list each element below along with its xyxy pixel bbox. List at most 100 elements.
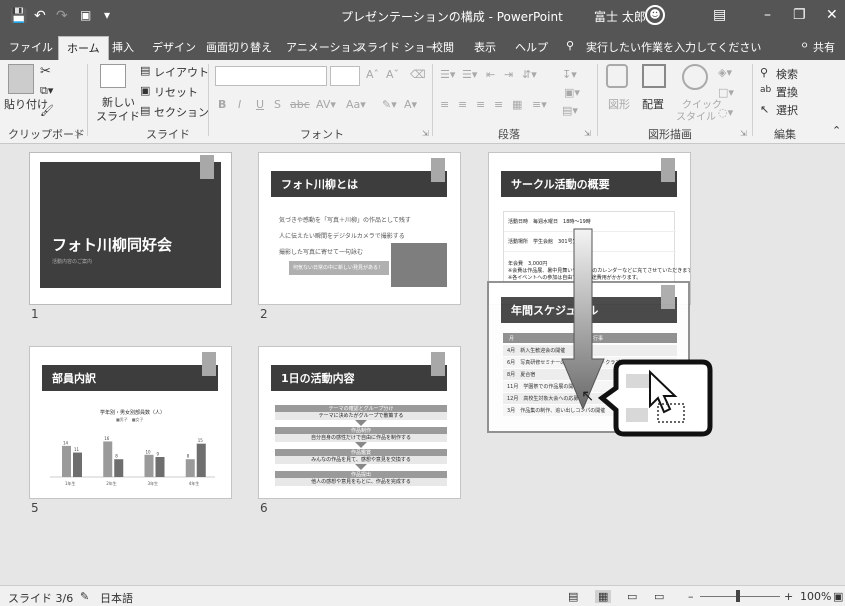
shadow-icon[interactable]: S [274, 98, 281, 111]
format-painter-icon[interactable]: 🖌 [40, 104, 54, 117]
undo-icon[interactable]: ↶ [34, 8, 46, 24]
flow-arrow [355, 464, 367, 470]
restore-icon[interactable]: ❐ [793, 7, 806, 23]
tab-home[interactable]: ホーム [58, 36, 109, 60]
shape-effects-icon[interactable]: ◌▾ [718, 106, 733, 119]
convert-smartart-icon[interactable]: ≡▾ [532, 98, 547, 111]
numbering-icon[interactable]: ☰▾ [462, 68, 477, 81]
user-name[interactable]: 富士 太郎 [594, 8, 646, 25]
redo-icon[interactable]: ↷ [56, 8, 68, 24]
select-button[interactable]: 選択 [776, 102, 798, 118]
normal-view-icon[interactable]: ▤ [568, 590, 578, 603]
zoom-out-icon[interactable]: – [688, 590, 694, 603]
tab-file[interactable]: ファイル [9, 39, 53, 55]
arrange-icon[interactable] [642, 64, 666, 88]
slide-thumbnail-1[interactable]: フォト川柳同好会 活動内容のご案内 [29, 152, 232, 305]
layout-button[interactable]: レイアウト [154, 64, 209, 80]
decrease-indent-icon[interactable]: ⇤ [486, 68, 495, 81]
zoom-in-icon[interactable]: + [784, 590, 793, 603]
align-text-icon[interactable]: ▣▾ [564, 86, 580, 99]
quick-styles-icon[interactable] [682, 64, 708, 90]
arrange-button[interactable]: 配置 [642, 96, 664, 112]
minimize-icon[interactable]: – [764, 7, 771, 23]
save-icon[interactable]: 💾 [10, 8, 27, 24]
smartart-icon[interactable]: ▤▾ [562, 104, 578, 117]
chart-tick-label: 3年生 [148, 480, 159, 486]
collapse-ribbon-icon[interactable]: ⌃ [832, 124, 841, 137]
zoom-level[interactable]: 100% [800, 590, 831, 603]
tab-view[interactable]: 表示 [474, 39, 496, 55]
bold-icon[interactable]: B [218, 98, 226, 111]
font-launcher-icon[interactable]: ⇲ [422, 129, 429, 138]
find-button[interactable]: 検索 [776, 66, 798, 82]
change-case-icon[interactable]: Aa▾ [346, 98, 366, 111]
new-slide-icon[interactable] [100, 64, 126, 88]
copy-icon[interactable]: ⧉▾ [40, 84, 53, 98]
drawing-launcher-icon[interactable]: ⇲ [740, 129, 747, 138]
lightbulb-icon: ⚲ [566, 39, 575, 52]
chart-data-label: 10 [146, 449, 152, 454]
slideshow-icon[interactable]: ▣ [80, 8, 91, 22]
paste-icon[interactable] [8, 64, 34, 94]
shapes-icon[interactable] [606, 64, 628, 88]
columns-icon[interactable]: ▦ [512, 98, 522, 111]
tab-insert[interactable]: 挿入 [112, 39, 134, 55]
strikethrough-icon[interactable]: abc [290, 98, 310, 111]
chart-bar [144, 454, 154, 477]
slideshow-view-icon[interactable]: ▭ [654, 590, 664, 603]
align-right-icon[interactable]: ≡ [476, 98, 485, 111]
shapes-button[interactable]: 図形 [608, 96, 630, 112]
tab-design[interactable]: デザイン [152, 39, 196, 55]
tab-review[interactable]: 校閲 [432, 39, 454, 55]
shape-fill-icon[interactable]: ◈▾ [718, 66, 732, 79]
quick-styles-label-2[interactable]: スタイル [676, 108, 716, 123]
customize-qat-icon[interactable]: ▾ [104, 8, 110, 22]
italic-icon[interactable]: I [238, 98, 241, 111]
new-slide-label-2[interactable]: スライド [96, 108, 140, 124]
tell-me-box[interactable]: 実行したい作業を入力してください [586, 39, 761, 55]
shrink-font-icon[interactable]: Aˇ [386, 68, 399, 81]
underline-icon[interactable]: U [256, 98, 264, 111]
avatar[interactable]: ☻ [645, 5, 665, 25]
text-direction-icon[interactable]: ↧▾ [562, 68, 577, 81]
slide-sorter-view-icon[interactable]: ▦ [595, 590, 612, 603]
justify-icon[interactable]: ≡ [494, 98, 503, 111]
zoom-slider-thumb[interactable] [736, 590, 740, 602]
align-center-icon[interactable]: ≡ [458, 98, 467, 111]
font-name-combo[interactable] [215, 66, 327, 86]
char-spacing-icon[interactable]: AV▾ [316, 98, 336, 111]
tab-animations[interactable]: アニメーション [286, 39, 363, 55]
tab-slideshow[interactable]: スライド ショー [356, 39, 437, 55]
line-spacing-icon[interactable]: ⇵▾ [522, 68, 537, 81]
clear-format-icon[interactable]: ⌫ [410, 68, 426, 81]
close-icon[interactable]: ✕ [826, 7, 838, 23]
font-color-icon[interactable]: A▾ [404, 98, 417, 111]
tab-transitions[interactable]: 画面切り替え [206, 39, 272, 55]
ribbon-display-icon[interactable]: ▤ [713, 7, 726, 23]
font-size-combo[interactable] [330, 66, 360, 86]
slide-thumbnail-6[interactable]: 1日の活動内容 テーマの確認とグループ分け テーマに決めたがグループで散策する … [258, 346, 461, 499]
replace-button[interactable]: 置換 [776, 84, 798, 100]
increase-indent-icon[interactable]: ⇥ [504, 68, 513, 81]
slide-thumbnail-2[interactable]: フォト川柳とは 気づきや感動を「写真＋川柳」の作品として残す 人に伝えたい瞬間を… [258, 152, 461, 305]
paragraph-launcher-icon[interactable]: ⇲ [584, 129, 591, 138]
bullets-icon[interactable]: ☰▾ [440, 68, 455, 81]
slide-tag-decoration [431, 352, 445, 376]
slide-thumbnail-5[interactable]: 部員内訳 学年別・男女別部員数（人） ■男子 ■女子 14 11 1年生 16 8 2年生… [29, 346, 232, 499]
align-left-icon[interactable]: ≡ [440, 98, 449, 111]
proofing-icon[interactable]: ✎ [80, 590, 89, 603]
language-indicator[interactable]: 日本語 [100, 590, 133, 606]
tab-help[interactable]: ヘルプ [515, 39, 548, 55]
clipboard-launcher-icon[interactable]: ⇲ [74, 129, 81, 138]
reading-view-icon[interactable]: ▭ [627, 590, 637, 603]
shape-outline-icon[interactable]: □▾ [718, 86, 734, 99]
section-button[interactable]: セクション [154, 104, 209, 120]
cut-icon[interactable]: ✂ [40, 64, 51, 79]
grow-font-icon[interactable]: Aˆ [366, 68, 379, 81]
reset-button[interactable]: リセット [154, 84, 198, 100]
fit-window-icon[interactable]: ▣ [833, 590, 843, 603]
highlight-icon[interactable]: ✎▾ [382, 98, 397, 111]
slide-2-photo [391, 243, 447, 287]
zoom-slider-track[interactable] [700, 596, 780, 597]
share-button[interactable]: 共有 [813, 39, 835, 55]
